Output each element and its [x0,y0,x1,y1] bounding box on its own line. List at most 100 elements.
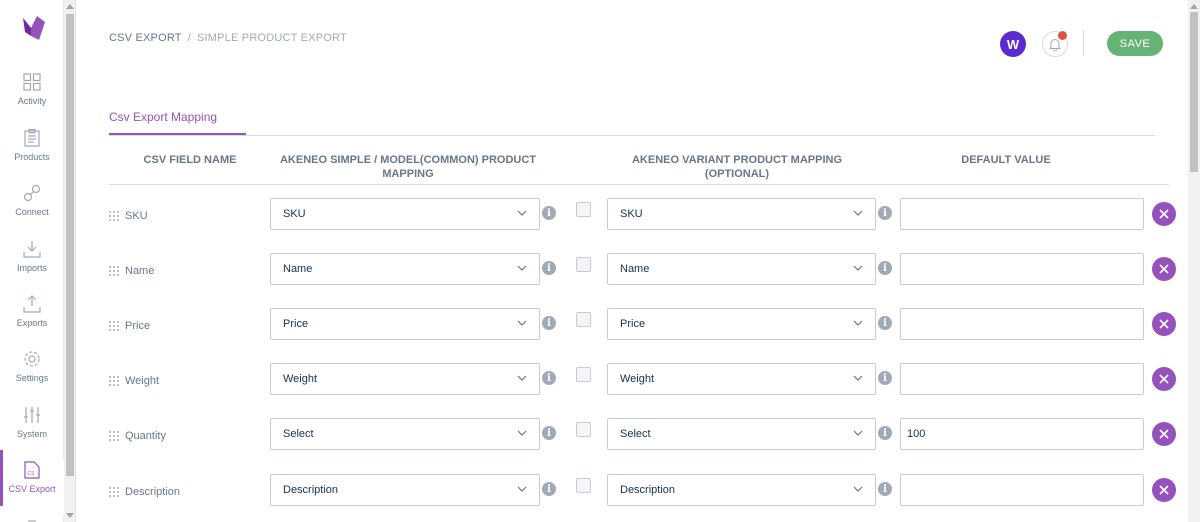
avatar-letter: W [1006,36,1020,52]
csv-field-name: Description [125,486,181,498]
variant-mapping-select[interactable]: Name [607,253,876,285]
simple-mapping-select[interactable]: Weight [270,363,540,395]
default-value-input[interactable] [900,474,1144,506]
avatar[interactable]: W [1000,31,1026,57]
tab-divider [109,135,1155,136]
save-button[interactable]: SAVE [1107,31,1163,56]
variant-mapping-select[interactable]: Description [607,474,876,506]
remove-row-button[interactable] [1152,202,1176,226]
close-icon [1159,429,1169,439]
bell-icon [1049,38,1061,51]
info-icon[interactable]: i [878,426,892,440]
table-row: Price Price i Price i [0,308,1188,348]
breadcrumb-current: SIMPLE PRODUCT EXPORT [196,32,347,44]
chevron-down-icon [853,320,863,326]
info-icon[interactable]: i [542,371,556,385]
info-icon[interactable]: i [542,261,556,275]
chevron-down-icon [517,375,527,381]
table-row: Name Name i Name i [0,253,1188,293]
scroll-up-arrow-icon[interactable] [1190,4,1198,9]
drag-handle-icon[interactable] [109,487,119,497]
chevron-down-icon [853,210,863,216]
variant-toggle-checkbox[interactable] [576,202,591,217]
simple-mapping-select[interactable]: Select [270,418,540,450]
drag-handle-icon[interactable] [109,211,119,221]
table-row: Quantity Select i Select i [0,418,1188,458]
default-value-input[interactable] [900,418,1144,450]
nav-next-item-icon [28,520,36,522]
chevron-down-icon [853,375,863,381]
variant-toggle-checkbox[interactable] [576,367,591,382]
tab-csv-export-mapping[interactable]: Csv Export Mapping [109,110,217,124]
close-icon [1159,319,1169,329]
info-icon[interactable]: i [878,261,892,275]
chevron-down-icon [853,430,863,436]
simple-mapping-select[interactable]: SKU [270,198,540,230]
default-value-input[interactable] [900,198,1144,230]
scrollbar-thumb[interactable] [66,14,74,476]
variant-mapping-value: Price [620,318,646,330]
scroll-up-arrow-icon[interactable] [66,4,74,9]
csv-field-name: Weight [125,375,160,387]
sidebar-item-activity[interactable]: Activity [0,72,64,127]
variant-mapping-select[interactable]: Price [607,308,876,340]
akeneo-logo[interactable] [19,14,47,44]
info-icon[interactable]: i [878,316,892,330]
default-value-input[interactable] [900,308,1144,340]
sidebar-item-label: Activity [17,96,47,106]
drag-handle-icon[interactable] [109,321,119,331]
variant-mapping-value: Weight [620,373,655,385]
sidebar-item-products[interactable]: Products [0,128,64,183]
close-icon [1159,264,1169,274]
chevron-down-icon [517,265,527,271]
drag-handle-icon[interactable] [109,266,119,276]
default-value-input[interactable] [900,253,1144,285]
remove-row-button[interactable] [1152,422,1176,446]
simple-mapping-value: Select [283,428,314,440]
variant-mapping-value: Select [620,428,651,440]
page-scrollbar[interactable] [1188,0,1200,522]
info-icon[interactable]: i [542,426,556,440]
variant-mapping-select[interactable]: SKU [607,198,876,230]
column-header-csv-field: CSV FIELD NAME [143,154,237,166]
chevron-down-icon [853,486,863,492]
chevron-down-icon [853,265,863,271]
variant-toggle-checkbox[interactable] [576,422,591,437]
remove-row-button[interactable] [1152,257,1176,281]
drag-handle-icon[interactable] [109,431,119,441]
simple-mapping-value: Price [283,318,309,330]
drag-handle-icon[interactable] [109,376,119,386]
variant-mapping-select[interactable]: Select [607,418,876,450]
breadcrumb-root[interactable]: CSV EXPORT [109,32,182,44]
info-icon[interactable]: i [878,206,892,220]
variant-toggle-checkbox[interactable] [576,257,591,272]
close-icon [1159,374,1169,384]
simple-mapping-select[interactable]: Description [270,474,540,506]
info-icon[interactable]: i [878,371,892,385]
info-icon[interactable]: i [542,482,556,496]
variant-toggle-checkbox[interactable] [576,312,591,327]
chevron-down-icon [517,486,527,492]
info-icon[interactable]: i [542,206,556,220]
simple-mapping-select[interactable]: Price [270,308,540,340]
variant-mapping-value: SKU [620,208,643,220]
csv-field-name: Quantity [125,430,166,442]
column-header-simple-mapping: AKENEO SIMPLE / MODEL(COMMON) PRODUCT MA… [279,154,537,180]
dashboard-grid-icon [22,72,42,92]
table-row: SKU SKU i SKU i [0,198,1188,238]
scrollbar-thumb[interactable] [1190,12,1198,172]
variant-toggle-checkbox[interactable] [576,478,591,493]
info-icon[interactable]: i [878,482,892,496]
variant-mapping-value: Description [620,484,676,496]
csv-field-name: Price [125,320,151,332]
simple-mapping-select[interactable]: Name [270,253,540,285]
chevron-down-icon [517,430,527,436]
variant-mapping-select[interactable]: Weight [607,363,876,395]
default-value-input[interactable] [900,363,1144,395]
remove-row-button[interactable] [1152,312,1176,336]
remove-row-button[interactable] [1152,478,1176,502]
simple-mapping-value: Name [283,263,313,275]
remove-row-button[interactable] [1152,367,1176,391]
chevron-down-icon [517,320,527,326]
info-icon[interactable]: i [542,316,556,330]
